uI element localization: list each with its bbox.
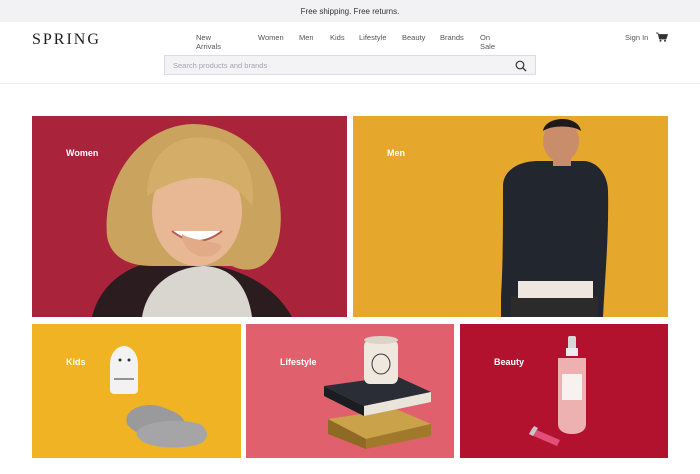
promo-bar: Free shipping. Free returns. (0, 0, 700, 22)
site-header: SPRING New Arrivals Women Men Kids Lifes… (0, 22, 700, 84)
nav-beauty[interactable]: Beauty (402, 33, 425, 42)
category-label-men: Men (387, 148, 405, 158)
category-tile-kids[interactable]: Kids (32, 324, 241, 458)
shopping-cart-icon[interactable] (656, 32, 668, 42)
men-photo (353, 116, 668, 317)
nav-on-sale[interactable]: On Sale (480, 33, 495, 51)
search-icon[interactable] (515, 60, 527, 72)
nav-lifestyle[interactable]: Lifestyle (359, 33, 387, 42)
logo[interactable]: SPRING (32, 31, 101, 49)
category-label-lifestyle: Lifestyle (280, 357, 317, 367)
nav-men[interactable]: Men (299, 33, 314, 42)
category-label-women: Women (66, 148, 99, 158)
promo-text: Free shipping. Free returns. (300, 6, 400, 16)
sign-in-link[interactable]: Sign In (625, 33, 648, 42)
category-tile-women[interactable]: Women (32, 116, 347, 317)
kids-photo (32, 324, 241, 458)
nav-new-arrivals[interactable]: New Arrivals (196, 33, 221, 51)
women-photo (32, 116, 347, 317)
beauty-photo (460, 324, 668, 458)
category-tile-beauty[interactable]: Beauty (460, 324, 668, 458)
category-label-kids: Kids (66, 357, 86, 367)
nav-brands[interactable]: Brands (440, 33, 464, 42)
category-tile-men[interactable]: Men (353, 116, 668, 317)
search-input[interactable] (173, 59, 503, 72)
lifestyle-photo (246, 324, 454, 458)
nav-women[interactable]: Women (258, 33, 284, 42)
category-tile-lifestyle[interactable]: Lifestyle (246, 324, 454, 458)
search-bar (164, 55, 536, 75)
nav-kids[interactable]: Kids (330, 33, 345, 42)
category-label-beauty: Beauty (494, 357, 525, 367)
